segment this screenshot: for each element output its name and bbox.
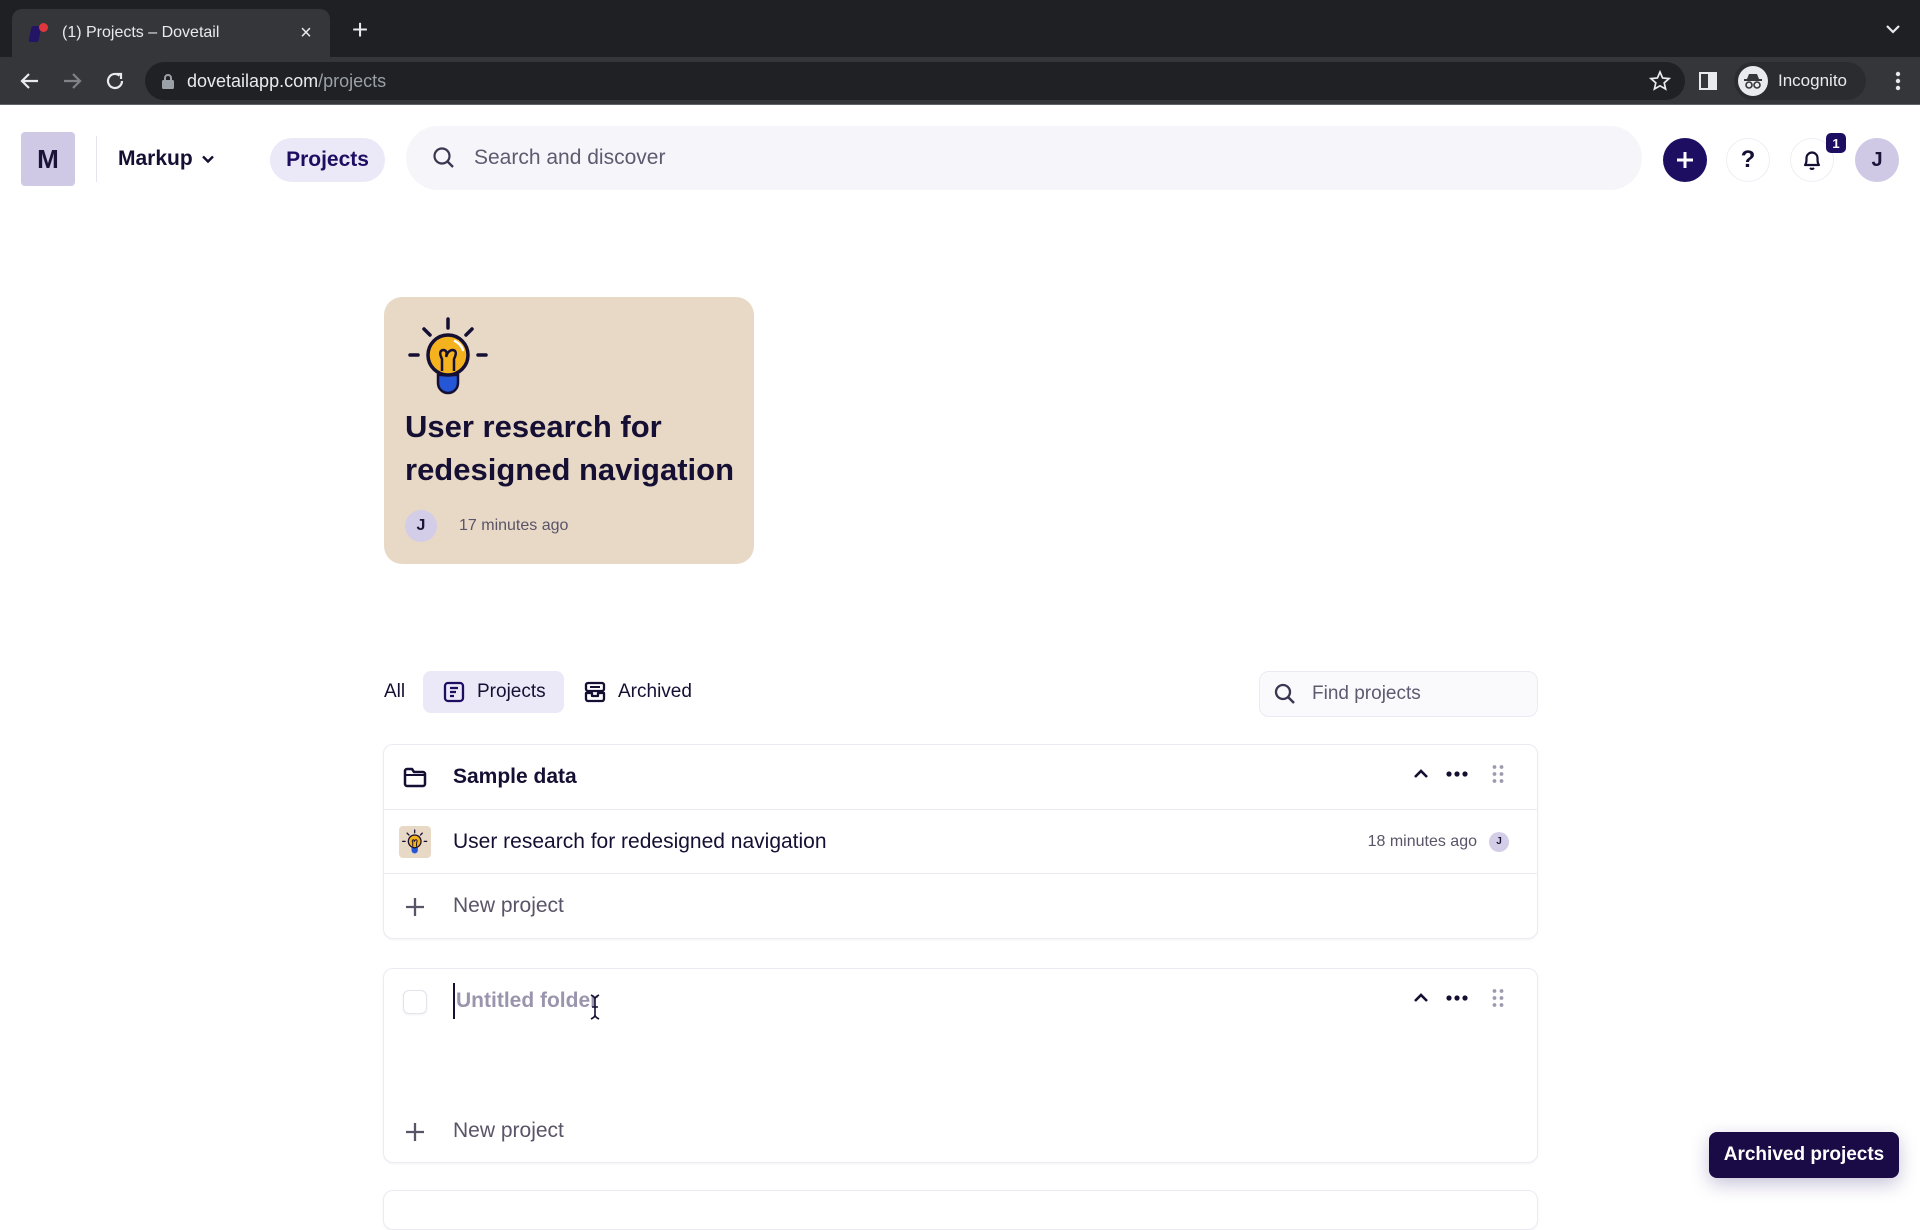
lightbulb-icon — [402, 829, 428, 854]
notification-count-badge: 1 — [1826, 133, 1846, 153]
owner-avatar: J — [405, 510, 437, 542]
filter-tab-projects[interactable]: Projects — [423, 671, 564, 713]
folder-name-input[interactable] — [453, 983, 1053, 1019]
text-cursor-icon — [590, 994, 600, 1020]
incognito-label: Incognito — [1778, 71, 1847, 90]
arrow-right-icon — [64, 73, 82, 89]
folder-actions — [1413, 987, 1505, 1009]
project-updated: 18 minutes ago — [1367, 832, 1477, 850]
filter-tab-label: All — [384, 681, 406, 702]
close-tab-icon[interactable]: × — [296, 22, 316, 45]
folder-name: Sample data — [453, 765, 577, 788]
folder-header-row[interactable]: Sample data — [384, 745, 1537, 809]
nav-projects-link[interactable]: Projects — [270, 138, 385, 182]
side-panel-icon[interactable] — [1697, 70, 1719, 92]
more-options-icon[interactable] — [1445, 990, 1469, 1006]
browser-tabstrip: (1) Projects – Dovetail × + — [0, 0, 1920, 57]
filter-tab-label: Archived — [618, 681, 692, 702]
tab-search-chevron-icon[interactable] — [1884, 20, 1902, 38]
browser-menu-icon[interactable] — [1892, 69, 1904, 93]
new-tab-button[interactable]: + — [346, 16, 374, 44]
folder-untitled: New project — [383, 968, 1538, 1163]
workspace-name: Markup — [118, 147, 193, 170]
incognito-icon — [1738, 66, 1768, 96]
app-header: M Markup Projects ? 1 J — [0, 106, 1920, 212]
folder-header-row — [384, 969, 1537, 1033]
workspace-switcher[interactable]: Markup — [118, 142, 215, 176]
find-projects-input[interactable] — [1312, 683, 1512, 705]
featured-project-meta: J 17 minutes ago — [405, 510, 568, 542]
plus-icon — [1677, 152, 1693, 168]
browser-toolbar: dovetailapp.com/projects Incognito — [0, 57, 1920, 105]
new-project-row[interactable]: New project — [384, 873, 1537, 937]
incognito-profile-button[interactable]: Incognito — [1734, 62, 1866, 100]
archive-icon — [584, 681, 606, 703]
forward-button[interactable] — [58, 67, 86, 95]
chevron-up-icon[interactable] — [1413, 990, 1429, 1006]
bookmark-star-icon[interactable] — [1649, 70, 1671, 92]
help-button[interactable]: ? — [1726, 138, 1770, 182]
tab-title: (1) Projects – Dovetail — [62, 24, 220, 41]
reload-icon — [106, 72, 124, 90]
plus-icon — [402, 894, 428, 920]
featured-project-title: User research for redesigned navigation — [405, 409, 735, 487]
archived-projects-button[interactable]: Archived projects — [1709, 1132, 1899, 1178]
project-title[interactable]: User research for redesigned navigation — [453, 830, 827, 854]
help-icon: ? — [1740, 146, 1756, 173]
folder-select-checkbox[interactable] — [402, 989, 428, 1015]
new-project-label: New project — [453, 1119, 564, 1142]
chevron-down-icon — [201, 155, 214, 164]
header-divider — [96, 136, 97, 182]
back-button[interactable] — [16, 67, 44, 95]
arrow-left-icon — [20, 73, 38, 89]
create-button[interactable] — [1663, 138, 1707, 182]
project-icon — [443, 681, 465, 703]
folder-sample-data: Sample data User research for redesigned… — [383, 744, 1538, 939]
plus-icon — [402, 1119, 428, 1145]
project-row[interactable]: User research for redesigned navigation … — [384, 809, 1537, 873]
more-options-icon[interactable] — [1445, 766, 1469, 782]
drag-handle-icon[interactable] — [1491, 987, 1505, 1009]
folder-partial — [383, 1190, 1538, 1230]
search-icon — [433, 147, 454, 168]
project-owner-avatar: J — [1489, 831, 1509, 852]
lightbulb-icon — [408, 317, 488, 395]
project-thumbnail — [399, 826, 431, 858]
drag-handle-icon[interactable] — [1491, 763, 1505, 785]
lock-icon — [162, 74, 174, 89]
browser-tab-active[interactable]: (1) Projects – Dovetail × — [12, 9, 330, 57]
find-projects-search[interactable] — [1259, 671, 1538, 717]
filter-tab-label: Projects — [477, 681, 546, 702]
folder-icon — [402, 765, 428, 791]
address-bar[interactable]: dovetailapp.com/projects — [145, 62, 1685, 100]
url-path: /projects — [318, 70, 387, 91]
filter-tab-all[interactable]: All — [384, 671, 405, 713]
global-search[interactable] — [406, 126, 1642, 190]
global-search-input[interactable] — [474, 146, 1574, 170]
user-avatar[interactable]: J — [1855, 138, 1899, 182]
chevron-up-icon[interactable] — [1413, 766, 1429, 782]
new-project-label: New project — [453, 893, 564, 917]
featured-project-updated: 17 minutes ago — [459, 517, 569, 534]
bell-icon — [1803, 151, 1821, 171]
new-project-row[interactable]: New project — [384, 1099, 1537, 1163]
featured-project-card[interactable]: User research for redesigned navigation … — [384, 297, 754, 564]
dovetail-favicon-icon — [28, 22, 50, 44]
reload-button[interactable] — [101, 67, 129, 95]
project-filter-bar: All Projects Archived — [384, 671, 1538, 717]
workspace-avatar[interactable]: M — [21, 132, 75, 186]
filter-tab-archived[interactable]: Archived — [584, 671, 692, 713]
folder-actions — [1413, 763, 1505, 785]
url-host: dovetailapp.com — [187, 70, 319, 91]
search-icon — [1274, 683, 1295, 704]
